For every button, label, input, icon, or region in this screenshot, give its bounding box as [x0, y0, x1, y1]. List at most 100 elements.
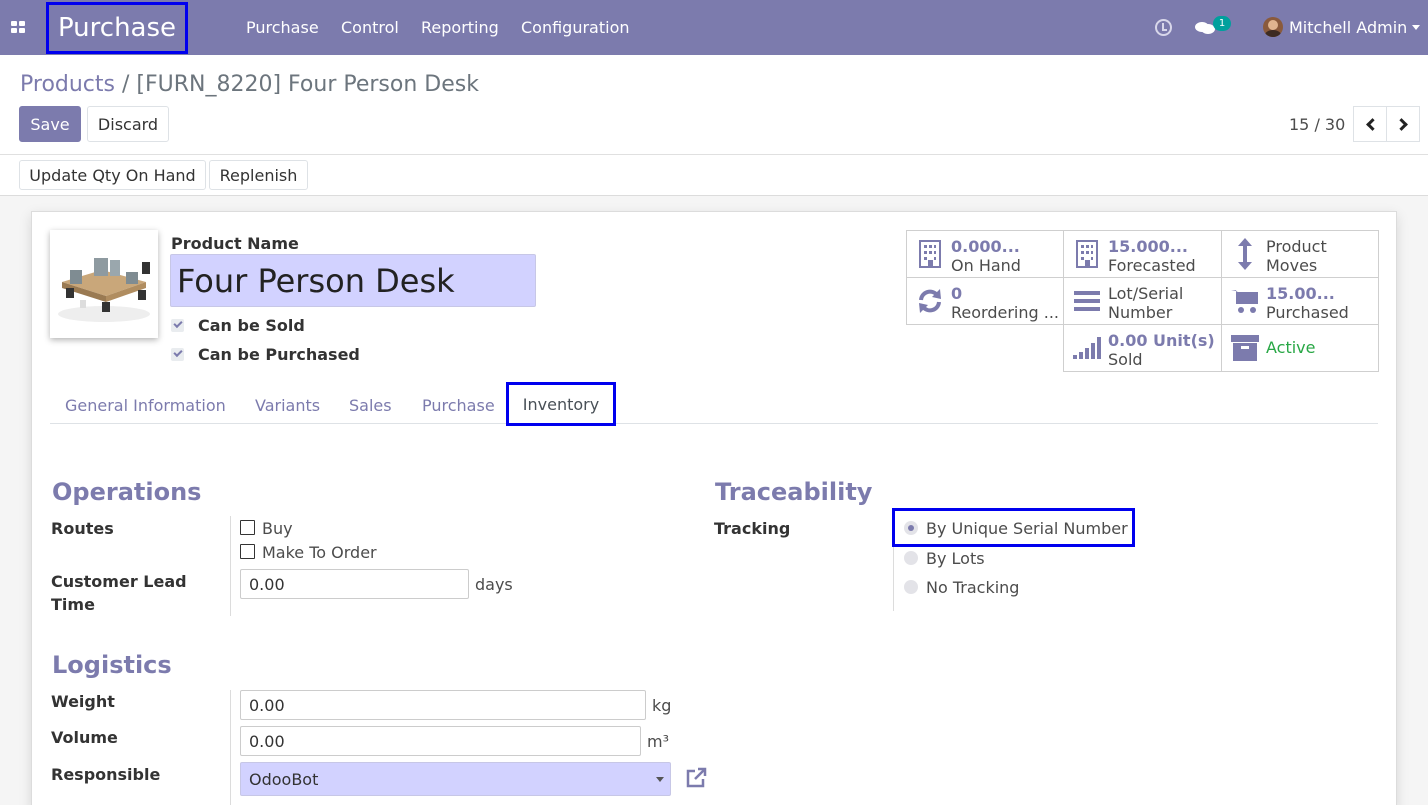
routes-label: Routes — [51, 519, 114, 538]
building-icon — [1073, 239, 1101, 269]
reordering-smart-button[interactable]: 0 Reordering ... — [906, 277, 1064, 325]
customer-lead-time-input[interactable]: 0.00 — [240, 569, 469, 599]
product-image[interactable] — [50, 230, 158, 338]
can-be-purchased-label: Can be Purchased — [198, 345, 360, 364]
can-be-sold-checkbox[interactable] — [171, 319, 184, 332]
chevron-left-icon — [1365, 117, 1379, 131]
product-name-label: Product Name — [171, 234, 299, 253]
tab-variants[interactable]: Variants — [255, 396, 320, 415]
avatar[interactable] — [1263, 17, 1283, 37]
purchased-smart-button[interactable]: 15.00... Purchased — [1221, 277, 1379, 325]
purchased-label: Purchased — [1266, 303, 1349, 322]
can-be-purchased-checkbox[interactable] — [171, 348, 184, 361]
tab-inventory[interactable]: Inventory — [506, 382, 616, 426]
chat-icon[interactable] — [1195, 20, 1215, 36]
traceability-section-title: Traceability — [715, 478, 873, 506]
volume-input[interactable]: 0.00 — [240, 726, 641, 756]
route-buy-checkbox[interactable] — [240, 520, 255, 535]
reordering-label: Reordering ... — [951, 303, 1059, 322]
external-link-icon[interactable] — [684, 766, 708, 790]
vertical-arrows-icon — [1231, 238, 1259, 270]
forecasted-label: Forecasted — [1108, 256, 1196, 275]
save-button[interactable]: Save — [19, 106, 81, 142]
forecasted-value: 15.000... — [1108, 237, 1188, 256]
chevron-right-icon — [1394, 117, 1408, 131]
app-brand[interactable]: Purchase — [46, 2, 188, 54]
tab-sales[interactable]: Sales — [349, 396, 392, 415]
breadcrumb-products-link[interactable]: Products — [20, 72, 115, 97]
dropdown-caret-icon — [656, 777, 664, 782]
update-qty-button[interactable]: Update Qty On Hand — [19, 160, 206, 190]
product-moves-smart-button[interactable]: Product Moves — [1221, 230, 1379, 278]
tab-purchase[interactable]: Purchase — [422, 396, 495, 415]
reordering-value: 0 — [951, 284, 963, 303]
discard-button[interactable]: Discard — [87, 106, 169, 142]
apps-menu-icon[interactable] — [11, 21, 26, 34]
top-navbar: Purchase Purchase Control Reporting Conf… — [0, 0, 1428, 55]
menu-control[interactable]: Control — [341, 18, 399, 37]
activity-clock-icon[interactable] — [1155, 19, 1172, 36]
responsible-label: Responsible — [51, 765, 161, 784]
building-icon — [916, 239, 944, 269]
purchased-value: 15.00... — [1266, 284, 1335, 303]
on-hand-smart-button[interactable]: 0.000... On Hand — [906, 230, 1064, 278]
route-mto-label[interactable]: Make To Order — [262, 543, 377, 562]
user-menu[interactable]: Mitchell Admin — [1289, 18, 1407, 37]
menu-purchase[interactable]: Purchase — [246, 18, 319, 37]
product-moves-line2: Moves — [1266, 256, 1318, 275]
tracking-serial-label[interactable]: By Unique Serial Number — [926, 519, 1128, 538]
tracking-lots-label[interactable]: By Lots — [926, 549, 985, 568]
tab-general-information[interactable]: General Information — [65, 396, 226, 415]
responsible-value: OdooBot — [249, 769, 319, 789]
control-panel: Products / [FURN_8220] Four Person Desk … — [0, 55, 1428, 155]
on-hand-value: 0.000... — [951, 237, 1020, 256]
menu-reporting[interactable]: Reporting — [421, 18, 499, 37]
signal-bars-icon — [1073, 333, 1101, 363]
customer-lead-time-label-line1: Customer Lead — [51, 572, 187, 591]
product-moves-line1: Product — [1266, 237, 1327, 256]
sold-value: 0.00 Unit(s) — [1108, 331, 1215, 350]
tracking-none-radio[interactable] — [904, 580, 918, 594]
lot-serial-smart-button[interactable]: Lot/Serial Number — [1063, 277, 1222, 325]
breadcrumb: Products / [FURN_8220] Four Person Desk — [20, 72, 479, 97]
forecasted-smart-button[interactable]: 15.000... Forecasted — [1063, 230, 1222, 278]
page-title: [FURN_8220] Four Person Desk — [136, 72, 479, 97]
product-name-input[interactable]: Four Person Desk — [170, 254, 536, 307]
responsible-select[interactable]: OdooBot — [240, 762, 671, 796]
route-mto-checkbox[interactable] — [240, 544, 255, 559]
weight-label: Weight — [51, 692, 115, 711]
pager-next-button[interactable] — [1386, 106, 1420, 142]
shopping-cart-icon — [1231, 286, 1259, 316]
tracking-label: Tracking — [714, 519, 791, 538]
sold-smart-button[interactable]: 0.00 Unit(s) Sold — [1063, 324, 1222, 372]
tracking-none-label[interactable]: No Tracking — [926, 578, 1019, 597]
breadcrumb-separator: / — [115, 72, 137, 97]
customer-lead-time-label-line2: Time — [51, 595, 95, 614]
tracking-serial-radio[interactable] — [904, 521, 918, 535]
field-separator — [230, 516, 231, 616]
active-status-label: Active — [1266, 338, 1316, 357]
archive-toggle-smart-button[interactable]: Active — [1221, 324, 1379, 372]
field-separator — [230, 690, 231, 805]
pager-value[interactable]: 15 / 30 — [1289, 115, 1345, 134]
lot-serial-line1: Lot/Serial — [1108, 284, 1184, 303]
chevron-down-icon[interactable] — [1412, 25, 1420, 30]
weight-input[interactable]: 0.00 — [240, 690, 646, 720]
menu-configuration[interactable]: Configuration — [521, 18, 630, 37]
route-buy-label[interactable]: Buy — [262, 519, 293, 538]
tracking-lots-radio[interactable] — [904, 551, 918, 565]
form-statusbar: Update Qty On Hand Replenish — [0, 155, 1428, 196]
lot-serial-line2: Number — [1108, 303, 1173, 322]
replenish-button[interactable]: Replenish — [209, 160, 308, 190]
list-bars-icon — [1073, 286, 1101, 316]
archive-box-icon — [1231, 333, 1259, 363]
can-be-sold-label: Can be Sold — [198, 316, 305, 335]
pager-previous-button[interactable] — [1353, 106, 1387, 142]
weight-unit: kg — [652, 696, 672, 715]
logistics-section-title: Logistics — [52, 651, 172, 679]
volume-unit: m³ — [647, 732, 669, 751]
refresh-icon — [916, 286, 944, 316]
volume-label: Volume — [51, 728, 118, 747]
operations-section-title: Operations — [52, 478, 202, 506]
on-hand-label: On Hand — [951, 256, 1021, 275]
